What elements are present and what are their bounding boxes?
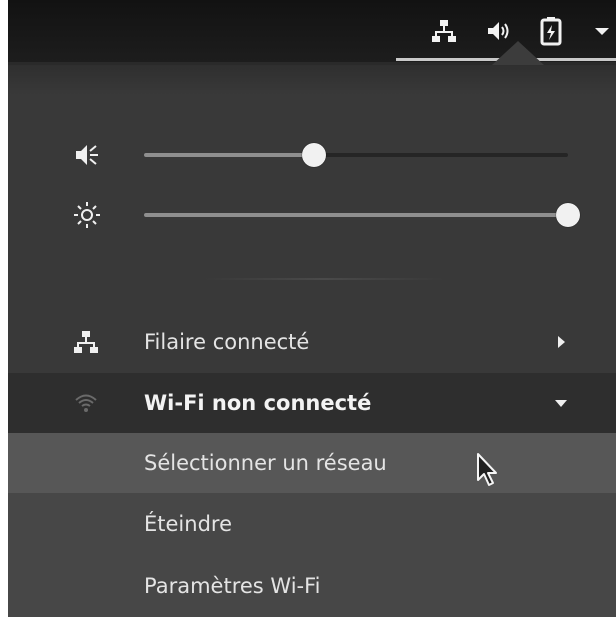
wifi-network-item[interactable]: Wi-Fi non connecté — [8, 373, 616, 433]
brightness-slider-row — [8, 195, 616, 235]
volume-slider-fill — [144, 153, 314, 157]
volume-slider-handle[interactable] — [301, 143, 326, 167]
brightness-slider-fill — [144, 213, 568, 217]
network-wired-icon — [68, 311, 104, 373]
brightness-slider[interactable] — [144, 203, 580, 227]
brightness-icon — [70, 199, 104, 231]
volume-slider[interactable] — [144, 143, 568, 167]
wifi-network-label: Wi-Fi non connecté — [144, 391, 372, 415]
select-network-label: Sélectionner un réseau — [144, 451, 387, 475]
wifi-settings-label: Paramètres Wi-Fi — [144, 574, 321, 598]
mouse-cursor-icon — [476, 452, 506, 492]
section-divider — [204, 278, 444, 280]
system-menu: Filaire connecté Wi-Fi non connecté Séle… — [8, 65, 616, 617]
menu-pointer-arrow — [492, 41, 544, 65]
wifi-submenu: Sélectionner un réseau Éteindre Paramètr… — [8, 433, 616, 617]
wifi-settings-item[interactable]: Paramètres Wi-Fi — [8, 555, 616, 617]
wifi-icon — [68, 373, 104, 433]
dropdown-arrow-icon[interactable] — [588, 0, 616, 62]
chevron-down-icon — [546, 373, 576, 433]
volume-slider-row — [8, 135, 616, 175]
wired-network-item[interactable]: Filaire connecté — [8, 311, 616, 373]
menu-header-band — [8, 65, 616, 95]
speaker-muted-icon[interactable] — [70, 139, 104, 171]
chevron-right-icon — [546, 311, 576, 373]
turn-off-item[interactable]: Éteindre — [8, 493, 616, 555]
screen: Filaire connecté Wi-Fi non connecté Séle… — [0, 0, 616, 617]
brightness-slider-handle[interactable] — [556, 203, 580, 227]
network-wired-icon[interactable] — [426, 0, 462, 62]
select-network-item[interactable]: Sélectionner un réseau — [8, 433, 616, 493]
turn-off-label: Éteindre — [144, 512, 232, 536]
wired-network-label: Filaire connecté — [144, 330, 310, 354]
